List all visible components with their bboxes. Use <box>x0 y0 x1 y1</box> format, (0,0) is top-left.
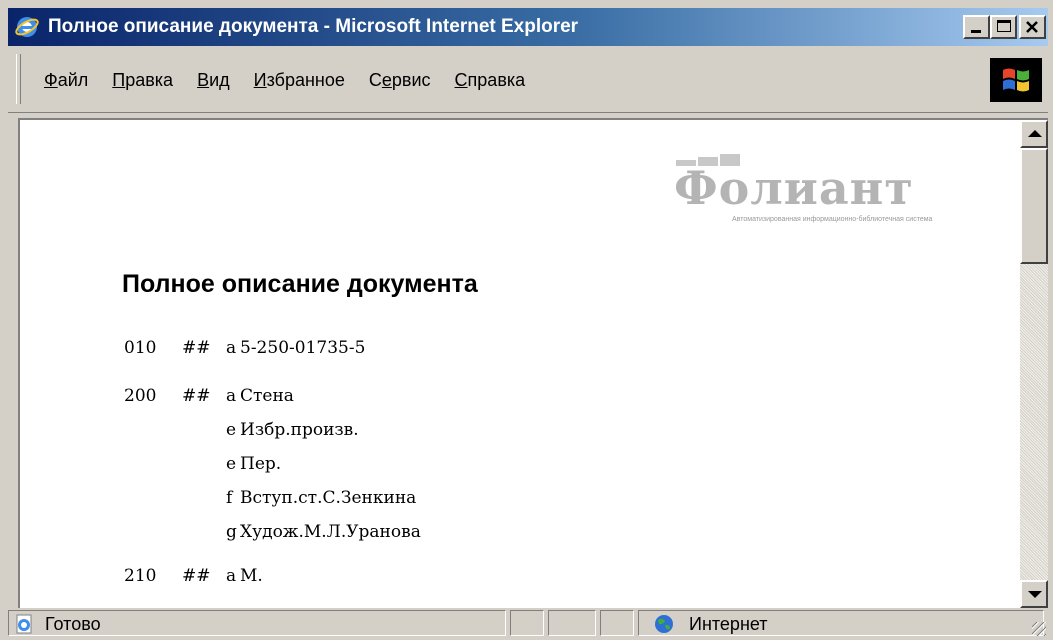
menu-item[interactable]: Файл <box>32 64 100 96</box>
zone-text: Интернет <box>689 614 768 634</box>
subfield: a М. <box>226 566 263 586</box>
browser-window: Полное описание документа - Microsoft In… <box>0 0 1053 640</box>
subfield: a Стена <box>226 386 294 406</box>
subfield-value: 5-250-01735-5 <box>240 338 366 358</box>
subfield-value: Стена <box>240 386 294 406</box>
subfield-code: f <box>226 488 233 508</box>
subfield-value: Пер. <box>240 454 282 474</box>
subfield-code: a <box>226 386 237 406</box>
menu-grip[interactable] <box>16 54 21 104</box>
windows-logo <box>990 58 1042 102</box>
logo-subtitle: Автоматизированная информационно-библиот… <box>732 216 933 223</box>
status-bar: Готово Интернет <box>8 608 1048 638</box>
status-panel <box>600 610 634 636</box>
field-tag: 210 <box>124 566 157 586</box>
menu-item[interactable]: Избранное <box>242 64 357 96</box>
window-title: Полное описание документа - Microsoft In… <box>48 16 579 37</box>
resize-grip[interactable] <box>1032 622 1046 636</box>
subfield: e Избр.произв. <box>226 420 359 440</box>
ie-icon <box>15 17 39 37</box>
field-tag: 010 <box>124 338 157 358</box>
close-icon <box>1026 21 1038 33</box>
subfield-value: Худож.М.Л.Уранова <box>240 522 421 542</box>
status-text: Готово <box>45 614 101 634</box>
subfield: g Худож.М.Л.Уранова <box>226 522 421 542</box>
subfield-code: g <box>226 522 237 542</box>
status-panel-main: Готово <box>8 610 506 636</box>
menu-item[interactable]: Справка <box>443 64 538 96</box>
field-indicator: ## <box>182 338 211 358</box>
menu-items: Файл Правка Вид Избранное Сервис Справка <box>32 48 537 112</box>
subfield-value: Избр.произв. <box>240 420 359 440</box>
subfield-code: e <box>226 420 237 440</box>
status-panel <box>548 610 596 636</box>
scroll-thumb[interactable] <box>1020 148 1048 264</box>
field-tag: 200 <box>124 386 157 406</box>
globe-icon <box>655 615 673 633</box>
content-frame: Фолиант Автоматизированная информационно… <box>18 118 1048 608</box>
close-button[interactable] <box>1019 15 1046 39</box>
field-indicator: ## <box>182 386 211 406</box>
maximize-button[interactable] <box>990 15 1017 39</box>
page-viewport: Фолиант Автоматизированная информационно… <box>20 120 1020 608</box>
menu-item[interactable]: Правка <box>100 64 185 96</box>
field-indicator: ## <box>182 566 211 586</box>
foliant-logo: Фолиант Автоматизированная информационно… <box>670 150 1015 240</box>
menu-item[interactable]: Вид <box>185 64 242 96</box>
subfield: f Вступ.ст.С.Зенкина <box>226 488 416 508</box>
menu-item[interactable]: Сервис <box>357 64 443 96</box>
scroll-up-button[interactable] <box>1020 120 1048 148</box>
arrow-down-icon <box>1028 591 1042 598</box>
status-panel <box>510 610 544 636</box>
subfield-value: Вступ.ст.С.Зенкина <box>240 488 417 508</box>
maximize-icon <box>997 20 1011 32</box>
logo-word: Фолиант <box>674 161 914 215</box>
minimize-icon <box>971 30 981 33</box>
vertical-scrollbar[interactable] <box>1020 120 1048 608</box>
subfield-code: a <box>226 338 237 358</box>
windows-flag-icon <box>1003 68 1029 92</box>
subfield-code: a <box>226 566 237 586</box>
title-bar[interactable]: Полное описание документа - Microsoft In… <box>8 8 1048 46</box>
subfield-code: e <box>226 454 237 474</box>
page-title: Полное описание документа <box>122 270 478 298</box>
page-icon <box>16 614 32 634</box>
minimize-button[interactable] <box>963 15 990 39</box>
arrow-up-icon <box>1028 130 1042 137</box>
menu-bar: Файл Правка Вид Избранное Сервис Справка <box>8 48 1048 113</box>
subfield-value: М. <box>240 566 263 586</box>
subfield: a 5-250-01735-5 <box>226 338 365 358</box>
subfield: e Пер. <box>226 454 281 474</box>
scroll-down-button[interactable] <box>1020 580 1048 608</box>
status-panel-zone: Интернет <box>638 610 1044 636</box>
